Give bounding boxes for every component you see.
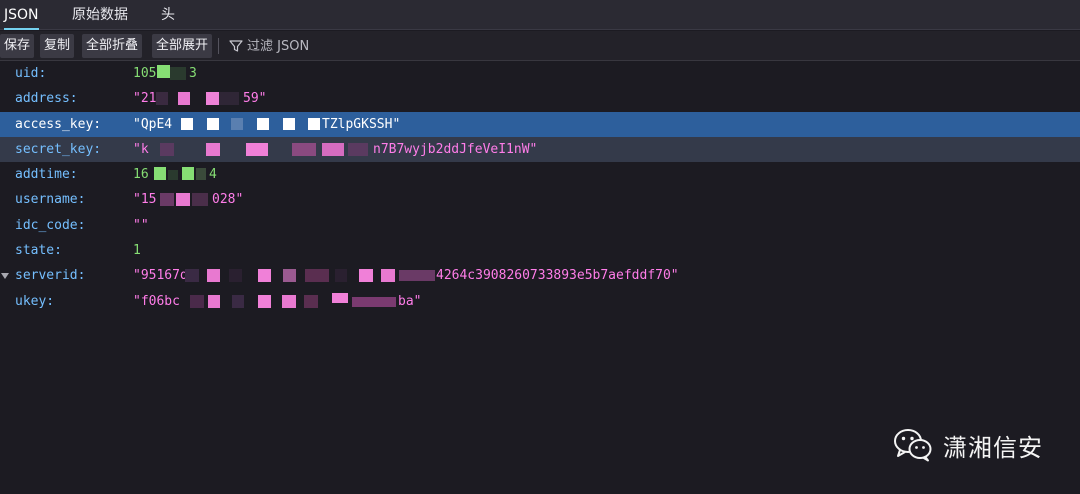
redaction-mask (185, 263, 435, 288)
expand-all-button[interactable]: 全部展开 (152, 34, 213, 58)
json-value-tail: TZlpGKSSH" (322, 116, 401, 132)
json-value-tail: n7B7wyjb2ddJfeVeI1nW" (373, 141, 538, 157)
wechat-icon (894, 429, 932, 462)
toolbar: 保存 复制 全部折叠 全部展开 (0, 31, 1080, 61)
json-value: "21 (133, 91, 157, 107)
json-row-serverid[interactable]: serverid: "95167d 4264c3908260733893e5b7… (0, 263, 1080, 288)
json-key: ukey: (15, 293, 55, 309)
copy-button[interactable]: 复制 (40, 34, 75, 58)
toolbar-divider (218, 38, 219, 54)
json-value: "95167d (133, 268, 188, 284)
json-row-addtime[interactable]: addtime: 16 4 (0, 162, 1080, 187)
tab-raw-data[interactable]: 原始数据 (72, 0, 128, 30)
json-value: 105 (133, 66, 157, 81)
json-key: addtime: (15, 167, 78, 183)
json-key: state: (15, 243, 62, 259)
json-row-idc-code[interactable]: idc_code: "" (0, 213, 1080, 238)
json-value: 16 (133, 167, 149, 183)
json-row-state[interactable]: state: 1 (0, 238, 1080, 263)
json-value: 1 (133, 243, 141, 259)
json-row-username[interactable]: username: "15 028" (0, 187, 1080, 212)
json-key: access_key: (15, 116, 102, 132)
json-value-tail: 4 (209, 167, 217, 183)
json-value: "" (133, 217, 149, 233)
collapse-all-button[interactable]: 全部折叠 (82, 34, 143, 58)
redaction-mask (148, 162, 208, 187)
tab-bar: JSON 原始数据 头 (0, 0, 1080, 30)
json-row-access-key[interactable]: access_key: "QpE4 TZlpGKSSH" (0, 111, 1080, 137)
redaction-mask (182, 289, 398, 314)
json-tree: uid: 105 3 address: "21 59" access_key: … (0, 61, 1080, 314)
watermark-text: 潇湘信安 (943, 433, 1043, 462)
redaction-mask (156, 86, 242, 111)
json-row-ukey[interactable]: ukey: "f06bc ba" (0, 289, 1080, 314)
json-value-tail: 028" (212, 192, 244, 208)
json-value: "QpE4 (133, 116, 173, 132)
expand-arrow-icon[interactable] (1, 273, 9, 280)
json-value-tail: ba" (398, 293, 422, 309)
watermark: 潇湘信安 (893, 427, 1043, 463)
json-value-tail: 59" (243, 91, 267, 107)
json-key: uid: (15, 66, 47, 81)
json-row-address[interactable]: address: "21 59" (0, 86, 1080, 111)
json-value-tail: 3 (189, 66, 197, 81)
redaction-mask (156, 187, 212, 212)
json-key: address: (15, 91, 78, 107)
tab-json[interactable]: JSON (4, 0, 39, 30)
json-value: "k (133, 141, 149, 157)
redaction-mask (157, 61, 189, 86)
json-row-uid[interactable]: uid: 105 3 (0, 61, 1080, 86)
json-key: secret_key: (15, 141, 102, 157)
json-value-tail: 4264c3908260733893e5b7aefddf70" (436, 268, 679, 284)
json-key: username: (15, 192, 86, 208)
json-value: "15 (133, 192, 157, 208)
redaction-mask (152, 137, 372, 162)
json-key: serverid: (15, 268, 86, 284)
save-button[interactable]: 保存 (0, 34, 35, 58)
redaction-mask (171, 112, 321, 137)
json-key: idc_code: (15, 217, 86, 233)
tab-headers[interactable]: 头 (161, 0, 175, 30)
json-value: "f06bc (133, 293, 180, 309)
json-row-secret-key[interactable]: secret_key: "k n7B7wyjb2ddJfeVeI1nW" (0, 136, 1080, 163)
filter-json-input[interactable] (247, 36, 547, 56)
filter-icon (229, 40, 243, 52)
